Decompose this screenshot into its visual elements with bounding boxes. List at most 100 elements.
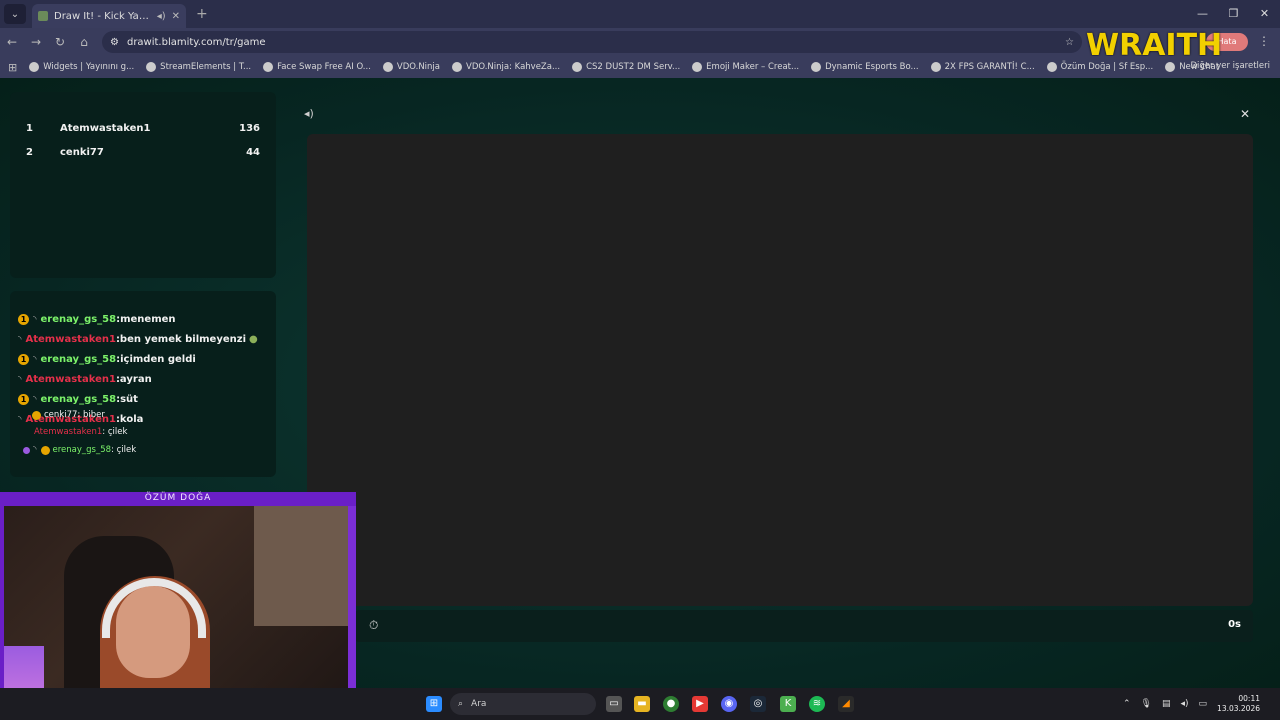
bookmark-icon	[930, 62, 941, 72]
spotify-icon[interactable]: ≋	[809, 696, 825, 712]
timer-bar: ⏱ 0s	[355, 610, 1253, 642]
bookmark-item[interactable]: 2X FPS GARANTİ! C...	[930, 62, 1035, 72]
leaderboard-row: 1 Atemwastaken1 136	[10, 123, 276, 143]
webcam-background	[254, 506, 348, 626]
system-tray: ⌃ 🎙 ▤ ◂) ▭ 00:11 13.03.2026	[1123, 688, 1280, 720]
stopwatch-icon: ⏱	[369, 618, 379, 632]
volume-tray-icon[interactable]: ◂)	[1181, 699, 1189, 709]
close-icon[interactable]: ✕	[1240, 107, 1250, 121]
webcam-overlay: ÖZÜM DOĞA	[0, 492, 356, 720]
streamer-name-label: ÖZÜM DOĞA	[144, 493, 212, 503]
player-name: Atemwastaken1	[60, 123, 151, 134]
chat-username: Atemwastaken1	[25, 374, 116, 385]
tray-overflow-icon[interactable]: ⌃	[1123, 699, 1131, 709]
bookmark-item[interactable]: Emoji Maker – Creat...	[692, 62, 799, 72]
leaderboard-row: 2 cenki77 44	[10, 147, 276, 167]
reload-icon[interactable]: ↻	[48, 35, 72, 49]
site-info-icon[interactable]: ⚙	[110, 37, 119, 48]
bookmark-icon	[1046, 62, 1057, 72]
stream-chat-overlay-message: cenki77 : biber	[32, 410, 105, 420]
leaderboard-panel: 1 Atemwastaken1 136 2 cenki77 44	[10, 92, 276, 278]
url-text: drawit.blamity.com/tr/game	[126, 36, 266, 48]
chrome-icon[interactable]: ●	[663, 696, 679, 712]
bookmark-item[interactable]: Face Swap Free AI O...	[263, 62, 371, 72]
apps-grid-icon[interactable]: ⊞	[8, 61, 17, 74]
network-icon[interactable]: ▤	[1162, 699, 1171, 709]
moon-badge-icon: ◝	[33, 354, 37, 365]
url-input[interactable]: ⚙ drawit.blamity.com/tr/game ☆	[102, 31, 1082, 53]
bookmark-item[interactable]: Dynamic Esports Bo...	[811, 62, 919, 72]
browser-tab-bar: ⌄ Draw It! - Kick Yayınları İçin ◂) ✕ + …	[0, 0, 1280, 28]
moon-badge-icon: ◝	[33, 445, 37, 455]
clock[interactable]: 00:11 13.03.2026	[1217, 694, 1260, 714]
kick-app-icon[interactable]: K	[780, 696, 796, 712]
microphone-icon[interactable]: 🎙	[1141, 699, 1152, 709]
steam-icon[interactable]: ◎	[750, 696, 766, 712]
discord-icon[interactable]: ◉	[721, 696, 737, 712]
chat-text: :ayran	[115, 374, 152, 385]
sub-badge-icon: 1	[18, 394, 29, 405]
window-controls: — ❐ ✕	[1187, 0, 1280, 28]
bookmark-icon	[1165, 62, 1176, 72]
bookmark-star-icon[interactable]: ☆	[1065, 37, 1074, 48]
rank: 1	[26, 123, 33, 134]
moon-badge-icon: ◝	[18, 334, 22, 345]
new-tab-icon[interactable]: +	[196, 6, 208, 22]
start-windows-icon[interactable]: ⊞	[426, 696, 442, 712]
tab-search-button[interactable]: ⌄	[4, 4, 26, 24]
battery-icon[interactable]: ▭	[1199, 699, 1208, 709]
sub-badge-icon	[40, 445, 50, 455]
clock-time: 00:11	[1238, 694, 1260, 703]
sub-badge-icon	[32, 410, 41, 420]
bookmark-item[interactable]: VDO.Ninja	[382, 62, 440, 72]
chat-message: 1 ◝ erenay_gs_58:menemen	[18, 314, 176, 325]
moon-badge-icon: ◝	[33, 314, 37, 325]
volume-icon[interactable]: ◂)	[304, 107, 314, 120]
tab-favicon-icon	[38, 11, 48, 21]
bookmark-item[interactable]: VDO.Ninja: KahveZa...	[452, 62, 560, 72]
bookmark-item[interactable]: Özüm Doğa | Sf Esp...	[1046, 62, 1153, 72]
chat-text: :süt	[116, 394, 138, 405]
chat-text: :menemen	[116, 314, 176, 325]
chat-username: erenay_gs_58	[40, 354, 117, 365]
chat-message: 1 ◝ erenay_gs_58:süt	[18, 394, 138, 405]
stream-chat-overlay-message: Atemwastaken1 : çilek	[34, 427, 128, 437]
taskbar-search[interactable]: ⌕ Ara	[450, 693, 596, 715]
youtube-icon[interactable]: ▶	[692, 696, 708, 712]
bookmark-item[interactable]: CS2 DUST2 DM Serv...	[572, 62, 680, 72]
bookmark-icon	[692, 62, 703, 72]
obs-icon[interactable]: ◢	[838, 696, 854, 712]
timer-value: 0s	[1228, 619, 1241, 630]
chat-username: erenay_gs_58	[40, 314, 117, 325]
close-tab-icon[interactable]: ✕	[172, 11, 180, 22]
speaker-icon[interactable]: ◂)	[157, 11, 166, 22]
forward-icon[interactable]: →	[24, 35, 48, 49]
chat-message: ◝ Atemwastaken1:ayran	[18, 374, 152, 385]
restore-icon[interactable]: ❐	[1218, 0, 1249, 28]
stream-chat-overlay-message: ◝ erenay_gs_58 : çilek	[23, 445, 136, 455]
player-name: cenki77	[60, 147, 104, 158]
chat-text: :kola	[115, 414, 144, 425]
bookmark-item[interactable]: StreamElements | T...	[146, 62, 251, 72]
webcam-feed	[4, 506, 348, 714]
chat-username: Atemwastaken1	[25, 334, 116, 345]
other-bookmarks[interactable]: Diğer yer işaretleri	[1190, 61, 1270, 71]
back-icon[interactable]: ←	[0, 35, 24, 49]
minimize-icon[interactable]: —	[1187, 0, 1218, 28]
clock-date: 13.03.2026	[1217, 704, 1260, 713]
drawing-canvas[interactable]	[307, 134, 1253, 606]
bookmark-item[interactable]: Widgets | Yayınını g...	[29, 62, 134, 72]
home-icon[interactable]: ⌂	[72, 35, 96, 49]
task-view-icon[interactable]: ▭	[606, 696, 622, 712]
chat-message: 1 ◝ erenay_gs_58:içimden geldi	[18, 354, 196, 365]
bookmark-icon	[146, 62, 157, 72]
close-window-icon[interactable]: ✕	[1249, 0, 1280, 28]
bookmark-icon	[572, 62, 583, 72]
moon-badge-icon: ◝	[18, 374, 22, 385]
purple-dot-icon	[23, 446, 30, 454]
menu-icon[interactable]: ⋮	[1258, 34, 1270, 48]
browser-tab[interactable]: Draw It! - Kick Yayınları İçin ◂) ✕	[32, 4, 186, 28]
file-explorer-icon[interactable]: ▬	[634, 696, 650, 712]
bookmark-icon	[811, 62, 822, 72]
chat-text: :ben yemek bilmeyenzi	[115, 334, 246, 345]
